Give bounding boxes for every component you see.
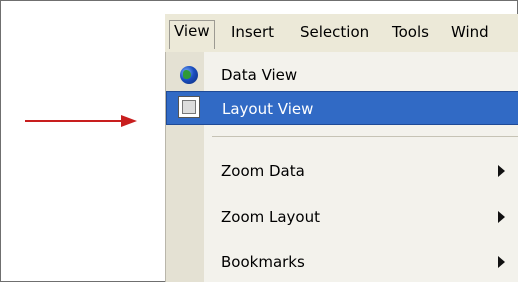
menu-bar: View Insert Selection Tools Wind (165, 14, 518, 52)
menu-item-label: Zoom Data (221, 162, 305, 180)
menu-insert[interactable]: Insert (229, 21, 276, 43)
menu-separator (212, 136, 518, 137)
view-menu-dropdown: Data View Layout View Zoom Data Zoom Lay… (165, 52, 518, 282)
submenu-arrow-icon (498, 256, 505, 268)
menu-item-label: Layout View (222, 100, 314, 118)
menu-tools[interactable]: Tools (390, 21, 431, 43)
menu-item-label: Zoom Layout (221, 208, 321, 226)
submenu-arrow-icon (498, 165, 505, 177)
menu-item-zoom-layout[interactable]: Zoom Layout (166, 200, 518, 234)
submenu-arrow-icon (498, 211, 505, 223)
menu-item-layout-view[interactable]: Layout View (166, 91, 518, 125)
menu-selection[interactable]: Selection (298, 21, 371, 43)
globe-icon (180, 66, 198, 84)
menu-view[interactable]: View (169, 20, 215, 49)
menu-item-bookmarks[interactable]: Bookmarks (166, 245, 518, 279)
red-pointer-arrow-icon (25, 115, 137, 127)
layout-icon (178, 96, 200, 118)
menu-item-label: Data View (221, 66, 298, 84)
menu-item-label: Bookmarks (221, 253, 305, 271)
menu-item-zoom-data[interactable]: Zoom Data (166, 154, 518, 188)
menu-item-data-view[interactable]: Data View (166, 58, 518, 92)
menu-window[interactable]: Wind (449, 21, 491, 43)
